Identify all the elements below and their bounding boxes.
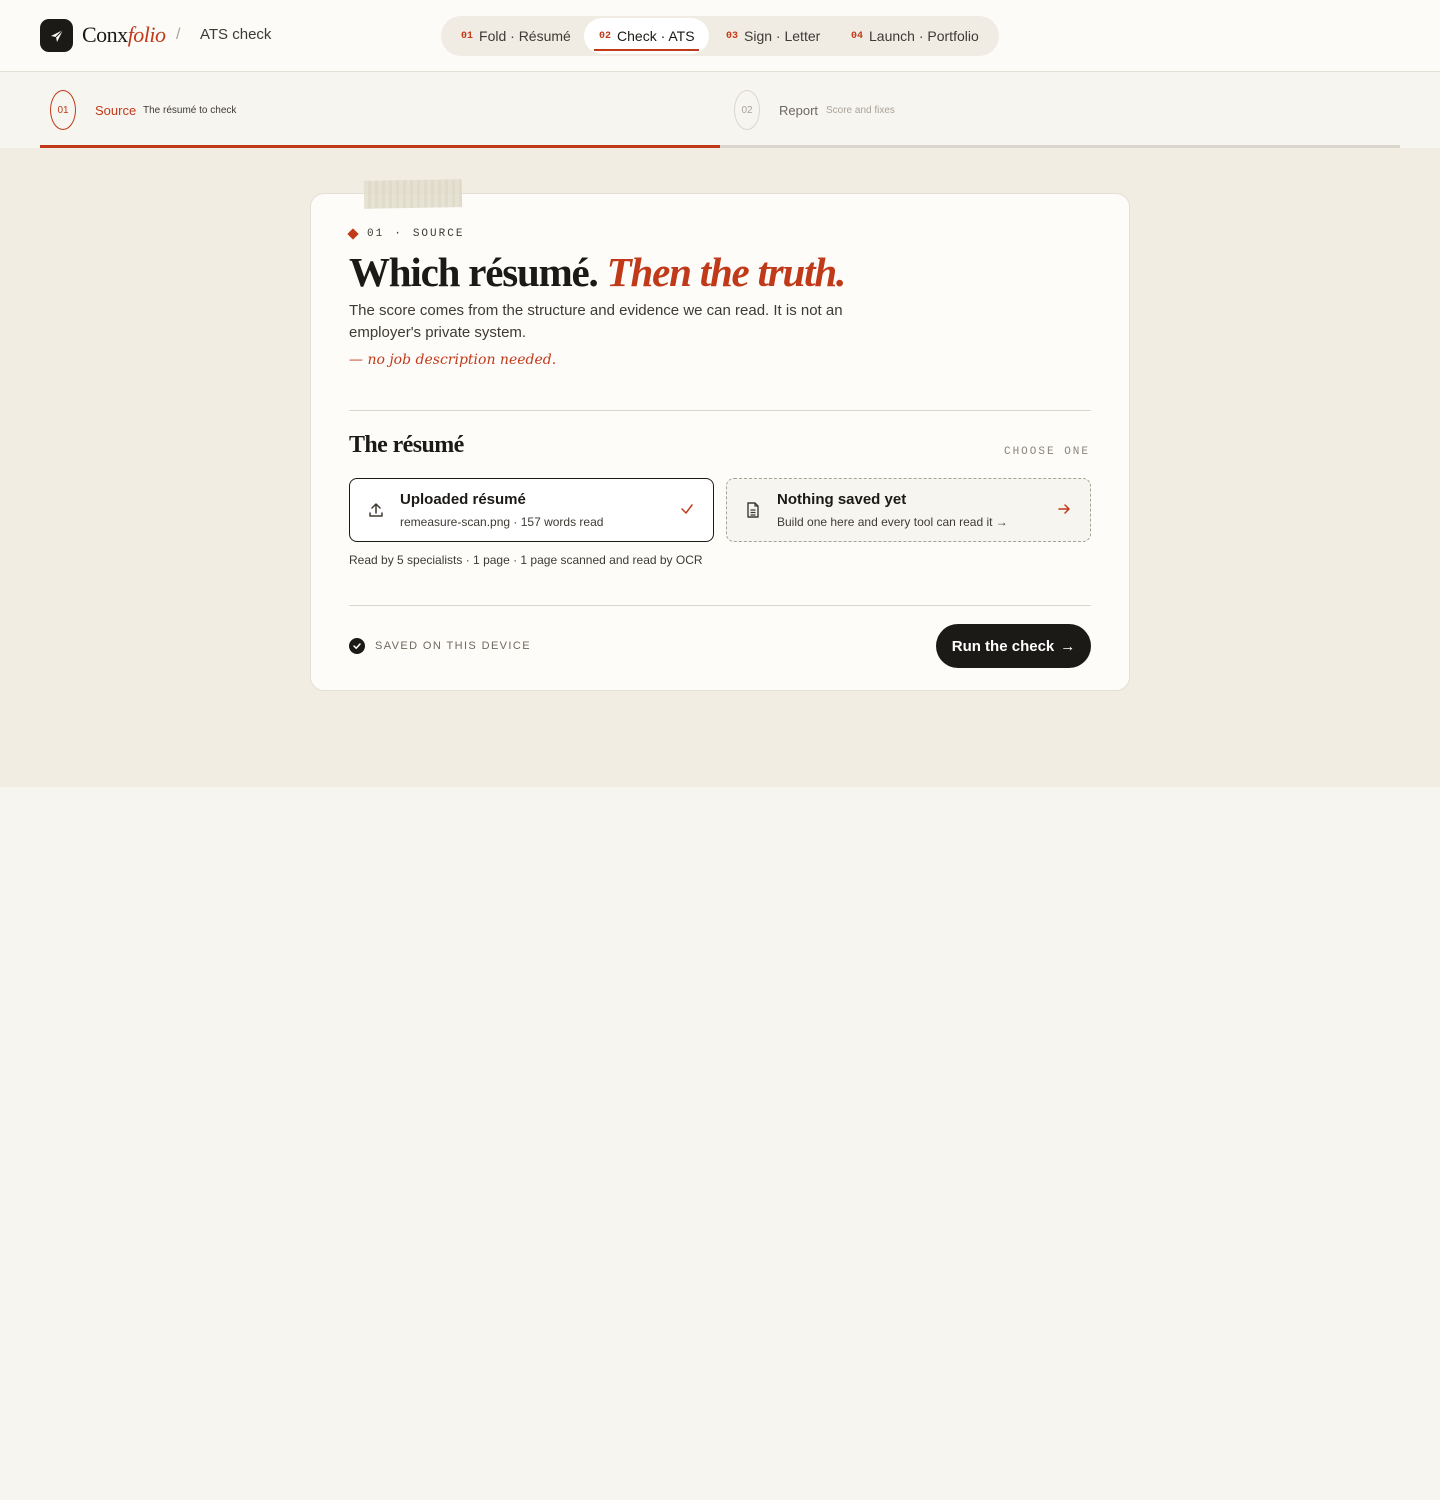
- resume-meta: Read by 5 specialists · 1 page · 1 page …: [349, 553, 703, 567]
- tab-label: Check · ATS: [617, 28, 695, 44]
- brand-accent: folio: [127, 22, 166, 47]
- resume-section-title: The résumé: [349, 432, 464, 458]
- brand-main: Conx: [82, 22, 128, 47]
- tab-number: 01: [461, 30, 474, 42]
- top-header: Conxfolio / ATS check 01 Fold · Résumé 0…: [0, 0, 1440, 72]
- brand-wordmark[interactable]: Conxfolio: [82, 22, 166, 48]
- choose-one-hint: CHOOSE ONE: [1003, 446, 1090, 458]
- option-subtitle: Build one here and every tool can read i…: [777, 515, 1008, 529]
- saved-check-icon: [349, 638, 365, 654]
- tab-number: 02: [599, 30, 612, 42]
- diamond-icon: [347, 228, 359, 240]
- tab-fold-resume[interactable]: 01 Fold · Résumé: [451, 18, 584, 54]
- step-label-report[interactable]: Report: [779, 103, 818, 118]
- section-eyebrow: 01 · SOURCE: [347, 228, 465, 240]
- tape-decoration: [363, 179, 463, 209]
- handwritten-note: — no job description needed.: [349, 352, 557, 368]
- progress-stepper: 01 Source The résumé to check 02 Report …: [0, 72, 1440, 148]
- step-sub-report: Score and fixes: [826, 105, 895, 116]
- check-icon: [681, 504, 693, 514]
- step-label-source[interactable]: Source: [95, 103, 136, 118]
- eyebrow-label: SOURCE: [412, 228, 465, 240]
- run-check-label: Run the check: [951, 637, 1055, 655]
- step-number-source[interactable]: 01: [50, 90, 76, 130]
- card-description: The score comes from the structure and e…: [349, 302, 843, 341]
- step-sub-source: The résumé to check: [143, 105, 237, 116]
- upload-icon: [369, 503, 383, 517]
- eyebrow-number: 01: [367, 228, 385, 240]
- paper-plane-icon: [50, 29, 63, 42]
- tab-label: Sign · Letter: [744, 28, 821, 44]
- saved-label: SAVED ON THIS DEVICE: [375, 640, 531, 652]
- eyebrow-dot: ·: [394, 228, 403, 240]
- option-title: Uploaded résumé: [400, 491, 526, 508]
- tab-sign-letter[interactable]: 03 Sign · Letter: [716, 18, 836, 54]
- card-headline: Which résumé. Then the truth.: [349, 248, 847, 296]
- page-title: ATS check: [200, 26, 272, 43]
- arrow-right-icon: [1058, 504, 1070, 514]
- option-build-resume[interactable]: Nothing saved yet Build one here and eve…: [726, 478, 1091, 542]
- option-title: Nothing saved yet: [777, 491, 907, 508]
- product-tabs: 01 Fold · Résumé 02 Check · ATS 03 Sign …: [441, 16, 999, 56]
- run-check-button[interactable]: Run the check →: [936, 624, 1091, 668]
- step-number-report[interactable]: 02: [734, 90, 760, 130]
- divider-top: [349, 410, 1091, 411]
- tab-launch-portfolio[interactable]: 04 Launch · Portfolio: [841, 18, 991, 54]
- arrow-right-icon: →: [1060, 637, 1076, 655]
- option-subtitle: remeasure-scan.png · 157 words read: [400, 515, 604, 529]
- tab-check-ats[interactable]: 02 Check · ATS: [584, 18, 709, 54]
- tab-label: Fold · Résumé: [479, 28, 571, 44]
- tab-number: 04: [851, 30, 864, 42]
- divider-bottom: [349, 605, 1091, 606]
- document-icon: [747, 502, 759, 518]
- tab-number: 03: [726, 30, 739, 42]
- tab-label: Launch · Portfolio: [869, 28, 979, 44]
- logo-badge[interactable]: [40, 19, 73, 52]
- option-uploaded-resume[interactable]: Uploaded résumé remeasure-scan.png · 157…: [349, 478, 714, 542]
- headline-accent: Then the truth.: [606, 249, 847, 295]
- breadcrumb-separator: /: [176, 26, 181, 43]
- headline-main: Which résumé.: [349, 249, 599, 295]
- saved-status: SAVED ON THIS DEVICE: [349, 638, 531, 654]
